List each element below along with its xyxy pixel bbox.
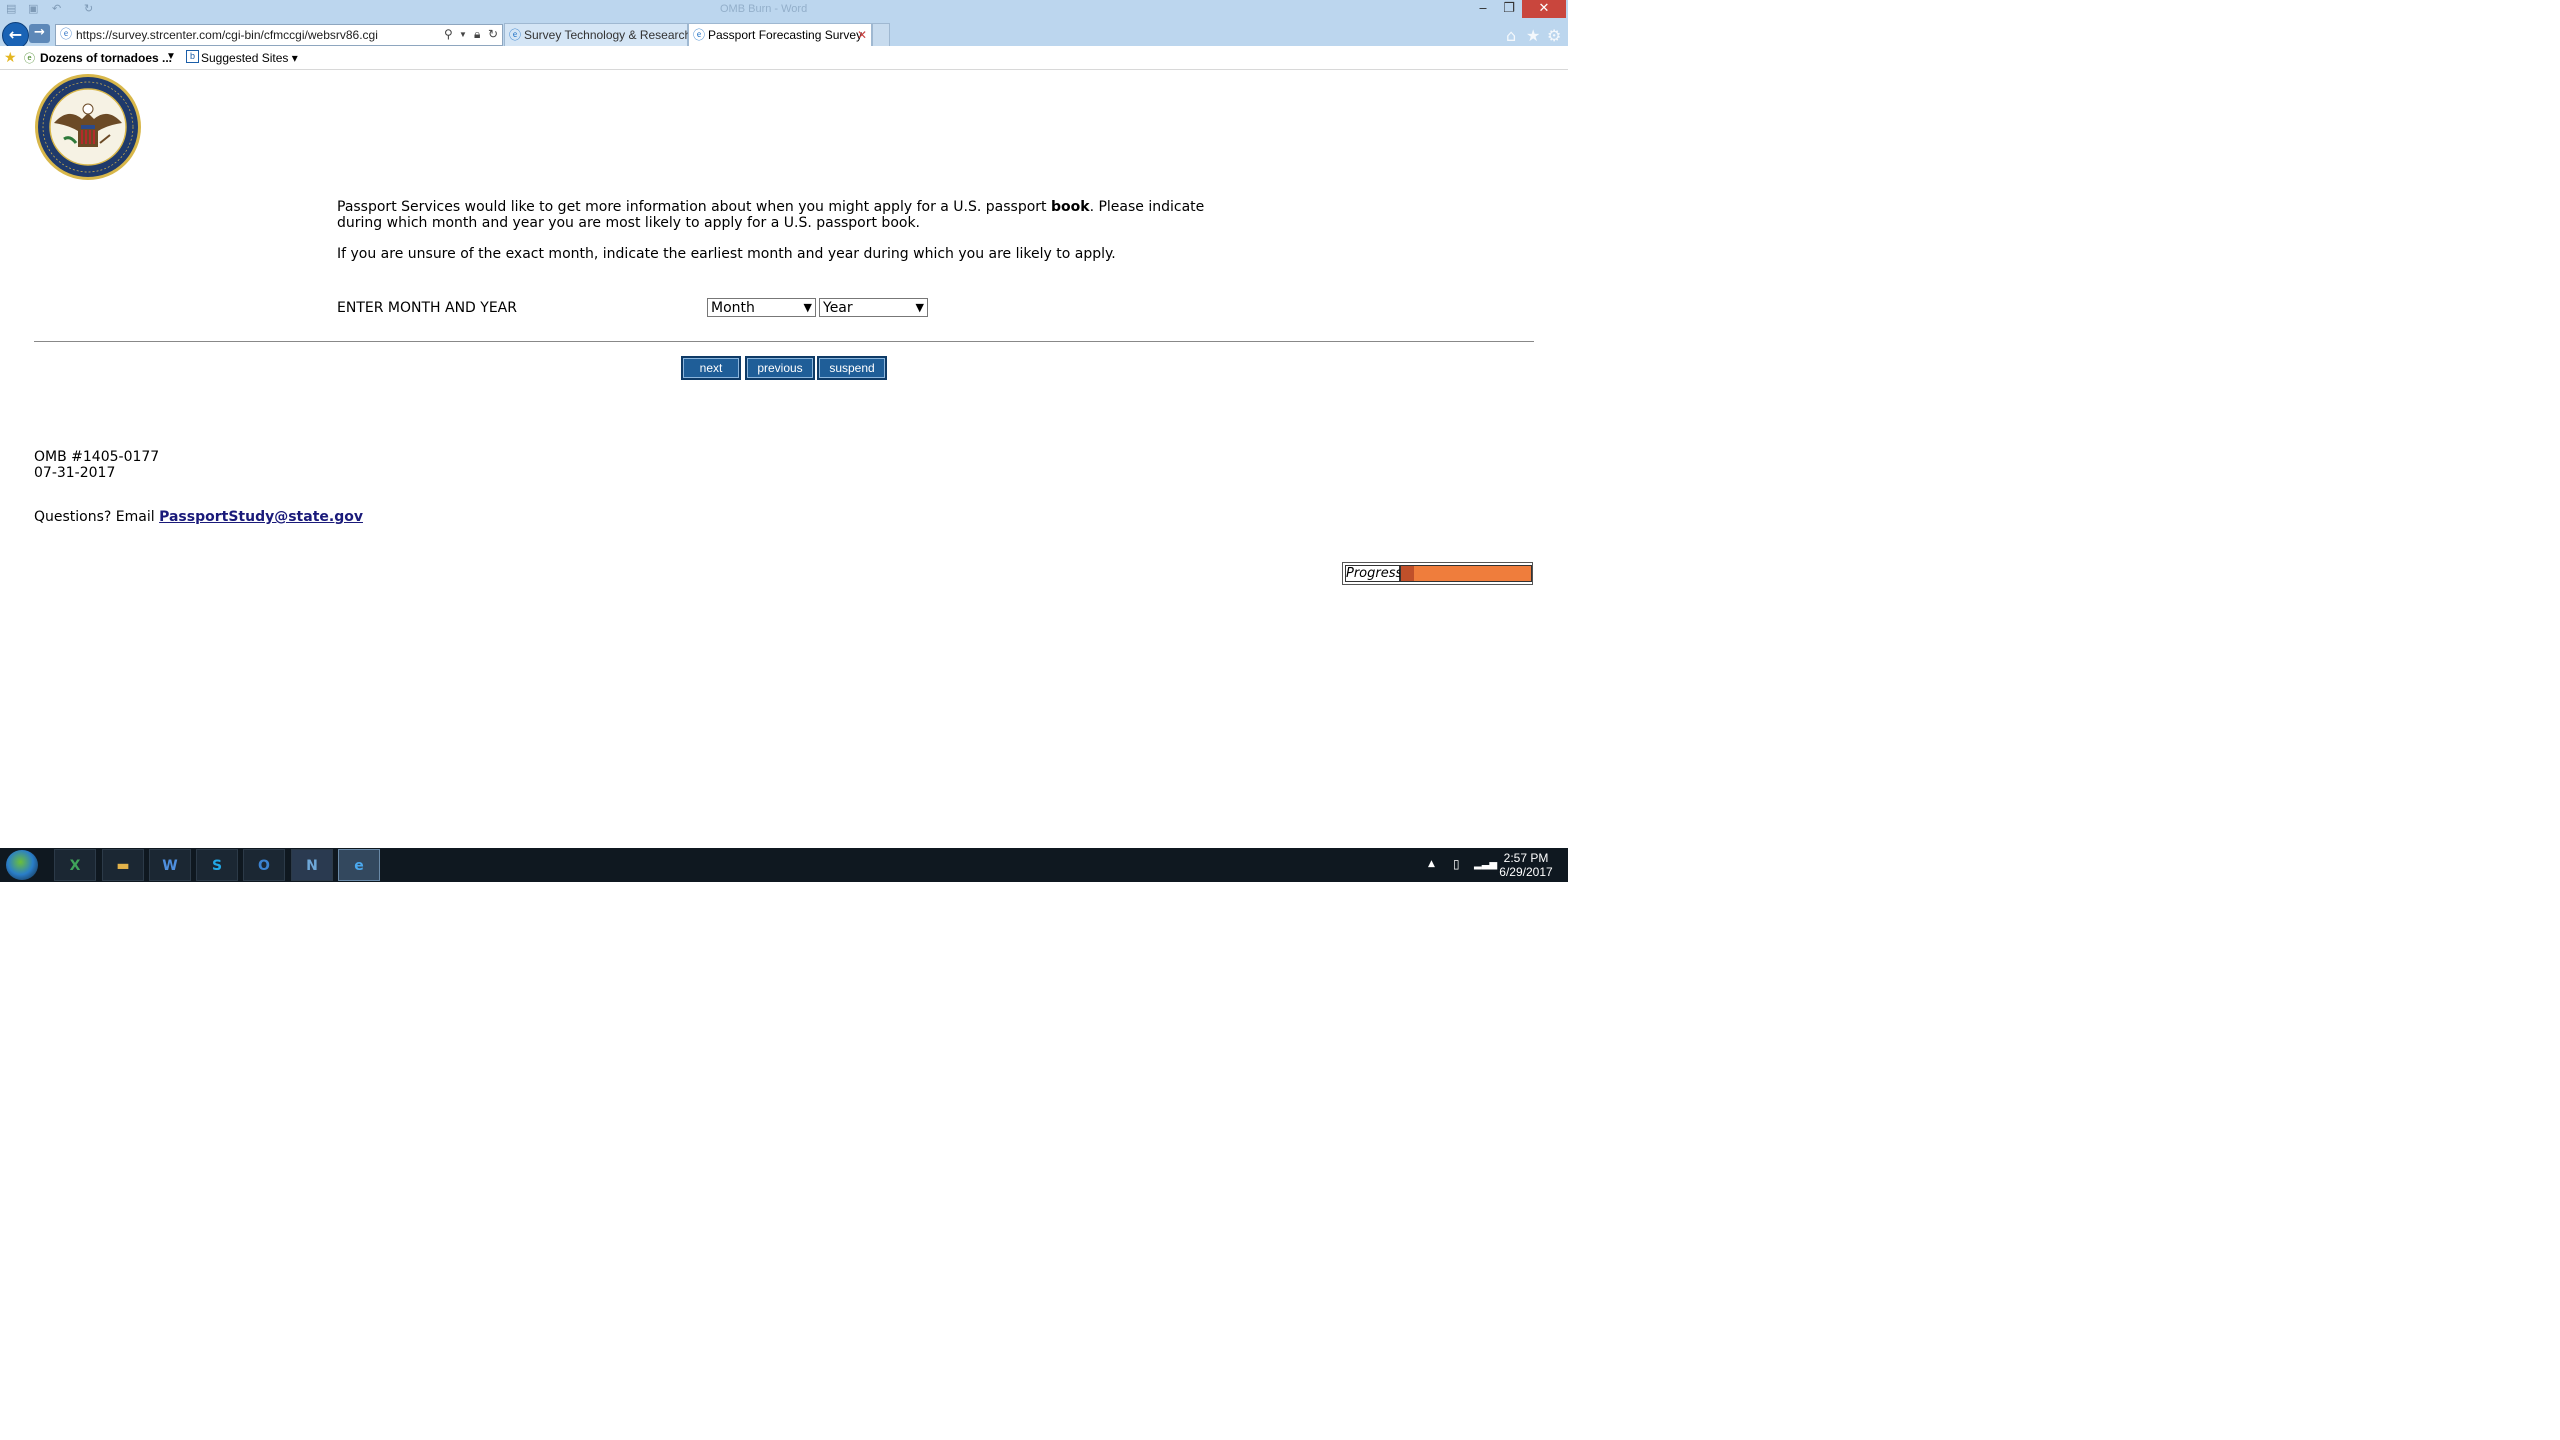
omb-number: OMB #1405-0177 <box>34 449 160 465</box>
browser-chrome: ▤ ▣ ↶ ↻ OMB Burn - Word ‒ ❐ ✕ ← → ⓔ http… <box>0 0 1568 49</box>
tab-label: Survey Technology & Research ... <box>524 28 705 42</box>
add-favorite-icon[interactable]: ⓔ <box>24 50 35 66</box>
month-select-value: Month <box>711 300 755 316</box>
dropdown-icon[interactable]: ▼ <box>459 30 467 39</box>
address-text[interactable]: https://survey.strcenter.com/cgi-bin/cfm… <box>76 28 378 42</box>
system-clock[interactable]: 2:57 PM 6/29/2017 <box>1497 851 1555 879</box>
show-hidden-icons-icon[interactable]: ▲ <box>1428 859 1435 869</box>
home-icon[interactable]: ⌂ <box>1506 26 1516 45</box>
clock-time: 2:57 PM <box>1503 851 1549 865</box>
undo-icon[interactable]: ↶ <box>52 3 64 15</box>
tab-passport-survey[interactable]: ⓔ Passport Forecasting Survey ✕ <box>688 23 872 46</box>
progress-label: Progress <box>1345 565 1403 582</box>
settings-gear-icon[interactable]: ⚙ <box>1547 26 1561 45</box>
lock-icon[interactable]: 🔒︎ <box>474 27 480 42</box>
outlook-icon[interactable]: O <box>243 849 285 881</box>
intro-text: Passport Services would like to get more… <box>337 199 1051 215</box>
start-button[interactable] <box>6 850 38 880</box>
progress-bar: Progress <box>1342 562 1533 585</box>
ie-tab-icon: ⓔ <box>693 28 706 42</box>
year-select[interactable]: Year ▼ <box>819 298 928 317</box>
address-bar[interactable]: ⓔ https://survey.strcenter.com/cgi-bin/c… <box>55 24 503 46</box>
question-text: Passport Services would like to get more… <box>337 199 1237 262</box>
intro-bold-text: book <box>1051 199 1090 215</box>
n-app-icon[interactable]: N <box>291 849 333 881</box>
favorites-bar: ★ ⓔ Dozens of tornadoes ... ▼ b Suggeste… <box>0 46 1568 70</box>
tab-label: Passport Forecasting Survey <box>708 28 863 42</box>
search-icon[interactable]: ⚲ <box>444 27 453 41</box>
favorite-link-tornadoes[interactable]: Dozens of tornadoes ... <box>40 51 172 65</box>
chevron-down-icon[interactable]: ▼ <box>916 299 924 317</box>
suspend-button[interactable]: suspend <box>817 356 887 380</box>
forward-button[interactable]: → <box>29 24 50 43</box>
progress-fill <box>1401 566 1414 581</box>
chevron-down-icon[interactable]: ▼ <box>804 299 812 317</box>
tab-survey-technology[interactable]: ⓔ Survey Technology & Research ... <box>504 23 705 47</box>
chevron-down-icon[interactable]: ▼ <box>166 51 176 62</box>
ie-tab-icon: ⓔ <box>509 28 522 42</box>
year-select-value: Year <box>823 300 853 316</box>
month-select[interactable]: Month ▼ <box>707 298 816 317</box>
progress-track <box>1400 565 1532 582</box>
intro-paragraph: Passport Services would like to get more… <box>337 199 1237 231</box>
enter-month-year-label: ENTER MONTH AND YEAR <box>337 300 517 316</box>
word-icon[interactable]: W <box>149 849 191 881</box>
window-title: OMB Burn - Word <box>720 3 808 15</box>
refresh-icon[interactable]: ↻ <box>488 27 498 41</box>
favorites-star-icon[interactable]: ★ <box>4 49 17 66</box>
minimize-button[interactable]: ‒ <box>1470 0 1496 18</box>
favorites-star-icon[interactable]: ★ <box>1526 26 1540 45</box>
app-menu-icon[interactable]: ▤ <box>6 3 18 15</box>
taskbar: X ▬ W S O N e ▲ ▯ ▂▃▅ 2:57 PM 6/29/2017 <box>0 848 1568 882</box>
redo-icon[interactable]: ↻ <box>84 3 96 15</box>
favorite-link-suggested-sites[interactable]: Suggested Sites ▾ <box>201 51 298 65</box>
network-signal-icon[interactable]: ▂▃▅ <box>1474 859 1497 870</box>
window-titlebar: ▤ ▣ ↶ ↻ OMB Burn - Word ‒ ❐ ✕ <box>0 0 1568 20</box>
questions-line: Questions? Email PassportStudy@state.gov <box>34 509 363 525</box>
save-icon[interactable]: ▣ <box>28 3 40 15</box>
back-button[interactable]: ← <box>2 22 29 49</box>
email-link[interactable]: PassportStudy@state.gov <box>159 509 363 525</box>
questions-label: Questions? Email <box>34 509 160 525</box>
excel-icon[interactable]: X <box>54 849 96 881</box>
internet-explorer-icon[interactable]: e <box>338 849 380 881</box>
next-button[interactable]: next <box>681 356 741 380</box>
instruction-paragraph: If you are unsure of the exact month, in… <box>337 246 1116 262</box>
close-button[interactable]: ✕ <box>1522 0 1566 18</box>
close-tab-icon[interactable]: ✕ <box>857 24 867 46</box>
divider <box>34 341 1534 342</box>
omb-info: OMB #1405-0177 07-31-2017 <box>34 449 159 481</box>
clock-date: 6/29/2017 <box>1499 865 1553 879</box>
file-explorer-icon[interactable]: ▬ <box>102 849 144 881</box>
page-favicon-icon: ⓔ <box>60 27 73 41</box>
previous-button[interactable]: previous <box>745 356 815 380</box>
omb-date: 07-31-2017 <box>34 465 116 481</box>
department-of-state-seal-logo <box>35 74 141 180</box>
skype-icon[interactable]: S <box>196 849 238 881</box>
new-tab-button[interactable] <box>872 23 890 47</box>
maximize-button[interactable]: ❐ <box>1496 0 1522 18</box>
suggested-sites-icon: b <box>186 50 199 63</box>
device-icon[interactable]: ▯ <box>1453 857 1460 871</box>
